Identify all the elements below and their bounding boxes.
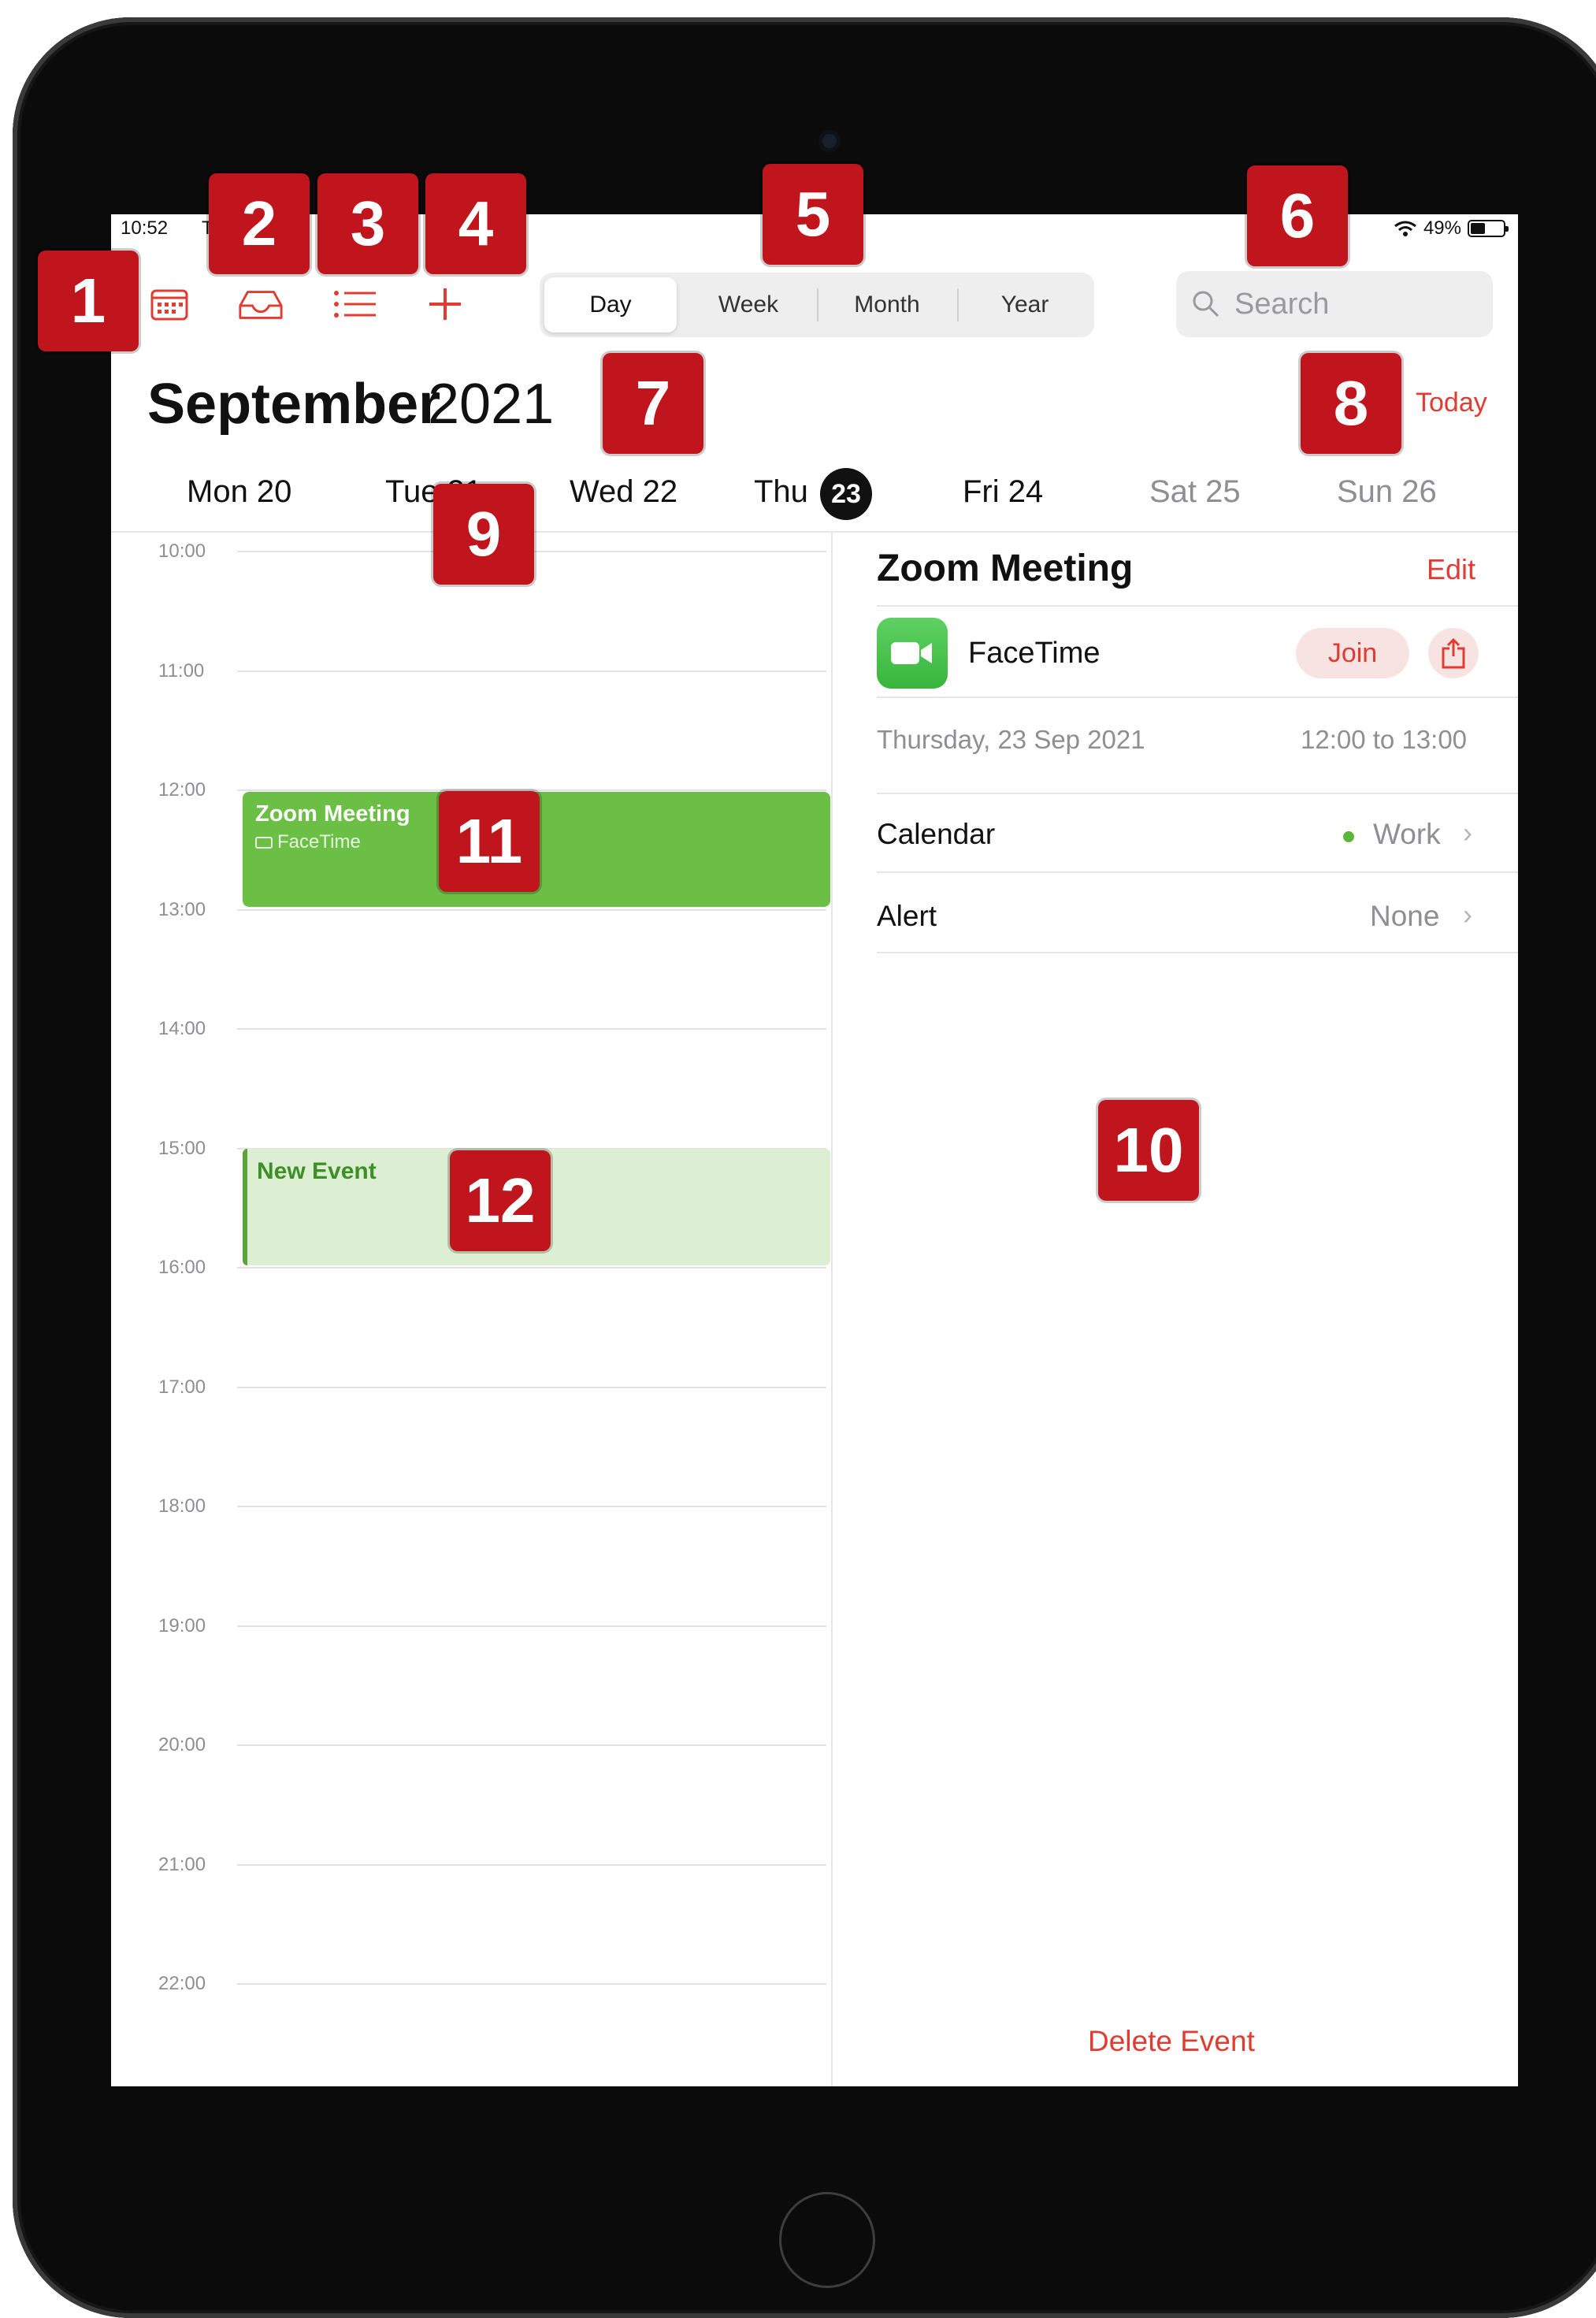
battery-percent: 49% [1423, 217, 1461, 239]
calendar-icon[interactable] [146, 282, 193, 326]
month-title: September [147, 373, 441, 436]
event-time-range: 12:00 to 13:00 [1301, 725, 1468, 754]
detail-divider [877, 871, 1518, 873]
status-indicators: 49% [1394, 217, 1509, 240]
hour-line [237, 1983, 826, 1985]
status-time: 10:52 [121, 217, 169, 239]
hour-line [237, 1625, 826, 1627]
list-icon[interactable] [332, 282, 379, 326]
day-sat[interactable]: Sat 25 [1149, 474, 1241, 510]
hour-label: 12:00 [158, 779, 206, 801]
callout-badge: 11 [439, 791, 540, 892]
edit-button[interactable]: Edit [1427, 553, 1475, 586]
callout-badge: 2 [209, 173, 310, 274]
segment-divider [957, 288, 959, 321]
hour-label: 16:00 [158, 1257, 206, 1278]
alert-row-value[interactable]: None [1370, 900, 1439, 933]
inbox-icon[interactable] [237, 282, 284, 326]
hour-label: 22:00 [158, 1973, 206, 1994]
today-button[interactable]: Today [1416, 388, 1487, 418]
callout-badge: 6 [1247, 165, 1348, 266]
hour-label: 17:00 [158, 1376, 206, 1398]
detail-divider [877, 697, 1518, 698]
hour-line [237, 1506, 826, 1507]
hour-line [237, 1267, 826, 1269]
join-button[interactable]: Join [1296, 628, 1409, 678]
tab-day[interactable]: Day [544, 277, 677, 332]
year-title: 2021 [428, 373, 555, 436]
view-switcher: Day Week Month Year [540, 273, 1094, 337]
hour-label: 19:00 [158, 1615, 206, 1636]
front-camera [818, 130, 841, 152]
wifi-icon [1394, 221, 1416, 236]
hour-label: 18:00 [158, 1495, 206, 1517]
callout-badge: 9 [433, 484, 534, 585]
battery-icon [1468, 220, 1509, 237]
callout-badge: 10 [1098, 1100, 1199, 1201]
hour-line [237, 1744, 826, 1746]
callout-badge: 4 [425, 173, 526, 274]
event-date: Thursday, 23 Sep 2021 [877, 725, 1145, 754]
share-icon[interactable] [1428, 628, 1479, 678]
day-thu[interactable]: Thu [754, 474, 808, 510]
hour-line [237, 671, 826, 672]
hour-line [237, 909, 826, 911]
hour-line [237, 1028, 826, 1030]
pane-divider [831, 533, 833, 2086]
segment-divider [817, 288, 818, 321]
hour-label: 10:00 [158, 540, 206, 562]
calendar-row-label[interactable]: Calendar [877, 818, 995, 851]
delete-event-button[interactable]: Delete Event [1088, 2025, 1255, 2058]
chevron-right-icon: › [1463, 898, 1472, 931]
tab-week[interactable]: Week [681, 277, 815, 332]
facetime-icon [877, 618, 948, 689]
tab-month[interactable]: Month [820, 277, 954, 332]
search-icon [1193, 291, 1219, 318]
event-location: FaceTime [277, 831, 361, 853]
hour-label: 21:00 [158, 1854, 206, 1875]
day-mon[interactable]: Mon 20 [187, 474, 291, 510]
hour-label: 13:00 [158, 899, 206, 920]
add-icon[interactable] [421, 282, 469, 326]
callout-badge: 7 [603, 353, 703, 454]
tab-year[interactable]: Year [960, 277, 1089, 332]
callout-badge: 5 [763, 164, 863, 265]
event-title: New Event [257, 1158, 377, 1184]
detail-divider [877, 952, 1518, 953]
search-field[interactable]: Search [1176, 271, 1493, 337]
alert-row-label[interactable]: Alert [877, 900, 937, 933]
calendar-color-dot [1343, 831, 1354, 842]
calendar-row-value[interactable]: Work [1373, 818, 1441, 851]
hour-label: 11:00 [158, 660, 205, 682]
callout-badge: 1 [38, 251, 139, 351]
event-title: Zoom Meeting [255, 801, 410, 827]
detail-divider [877, 793, 1518, 794]
chevron-right-icon: › [1463, 816, 1472, 849]
day-wed[interactable]: Wed 22 [570, 474, 677, 510]
today-day-number[interactable]: 23 [820, 468, 872, 520]
event-subtitle: FaceTime [255, 831, 361, 853]
hour-label: 15:00 [158, 1138, 206, 1159]
callout-badge: 8 [1301, 353, 1401, 454]
home-button[interactable] [779, 2192, 875, 2288]
detail-title: Zoom Meeting [877, 548, 1134, 589]
calendar-screen: 10:52 T 49% Day Week Month Year Search S… [111, 214, 1518, 2086]
app-name: FaceTime [968, 637, 1100, 670]
callout-badge: 12 [450, 1150, 551, 1251]
hour-line [237, 1387, 826, 1388]
video-icon [255, 836, 273, 849]
callout-badge: 3 [317, 173, 418, 274]
day-sun[interactable]: Sun 26 [1337, 474, 1437, 510]
detail-divider [877, 605, 1518, 607]
hour-label: 20:00 [158, 1734, 206, 1755]
header-divider [111, 531, 1518, 533]
search-placeholder: Search [1234, 287, 1330, 321]
hour-label: 14:00 [158, 1018, 206, 1039]
day-fri[interactable]: Fri 24 [963, 474, 1043, 510]
hour-line [237, 1864, 826, 1866]
